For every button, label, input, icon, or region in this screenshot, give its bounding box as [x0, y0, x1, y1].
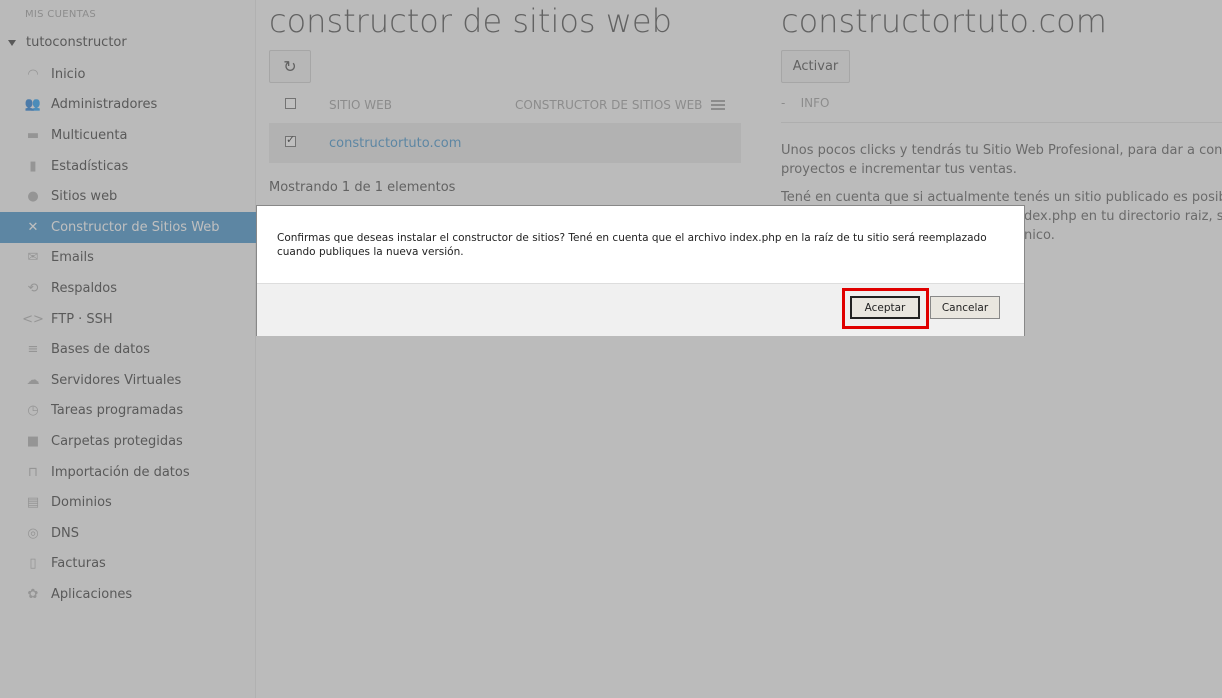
modal-overlay	[0, 0, 1222, 698]
cancel-button[interactable]: Cancelar	[930, 296, 1000, 319]
dialog-message: Confirmas que deseas instalar el constru…	[277, 232, 987, 258]
confirm-dialog: Confirmas que deseas instalar el constru…	[256, 205, 1025, 336]
accept-button[interactable]: Aceptar	[850, 296, 920, 319]
